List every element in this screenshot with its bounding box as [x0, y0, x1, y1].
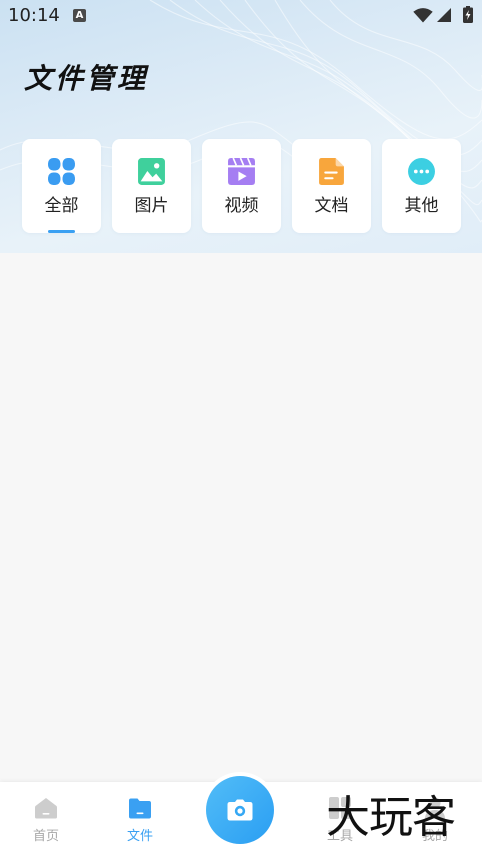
- category-tabs: 全部 图片 视频 文档 其他: [22, 139, 461, 233]
- battery-charging-icon: [463, 6, 473, 23]
- category-other[interactable]: 其他: [382, 139, 461, 233]
- watermark: 大玩客: [326, 792, 456, 843]
- grid-icon: [47, 157, 76, 186]
- document-icon: [317, 157, 346, 186]
- category-label: 全部: [44, 196, 79, 216]
- category-label: 其他: [404, 196, 439, 216]
- camera-button[interactable]: [206, 776, 274, 844]
- nav-label: 首页: [32, 829, 59, 844]
- wifi-icon: [413, 8, 433, 23]
- signal-icon: [437, 8, 451, 22]
- file-list-area: [0, 253, 482, 782]
- status-bar: 10:14 A: [0, 0, 482, 32]
- status-time: 10:14: [8, 5, 60, 26]
- category-all[interactable]: 全部: [22, 139, 101, 233]
- category-label: 文档: [314, 196, 349, 216]
- nav-item-files[interactable]: 文件: [105, 782, 175, 856]
- page-title: 文件管理: [24, 62, 149, 95]
- category-images[interactable]: 图片: [112, 139, 191, 233]
- more-icon: [407, 157, 436, 186]
- folder-icon: [128, 796, 152, 820]
- category-videos[interactable]: 视频: [202, 139, 281, 233]
- home-icon: [34, 796, 58, 820]
- camera-icon: [227, 799, 253, 821]
- image-icon: [137, 157, 166, 186]
- category-label: 视频: [224, 196, 259, 216]
- nav-item-home[interactable]: 首页: [11, 782, 81, 856]
- category-label: 图片: [134, 196, 169, 216]
- video-icon: [227, 157, 256, 186]
- a-icon: A: [73, 9, 86, 22]
- active-tab-indicator: [48, 230, 75, 233]
- category-documents[interactable]: 文档: [292, 139, 371, 233]
- nav-label: 文件: [126, 829, 153, 844]
